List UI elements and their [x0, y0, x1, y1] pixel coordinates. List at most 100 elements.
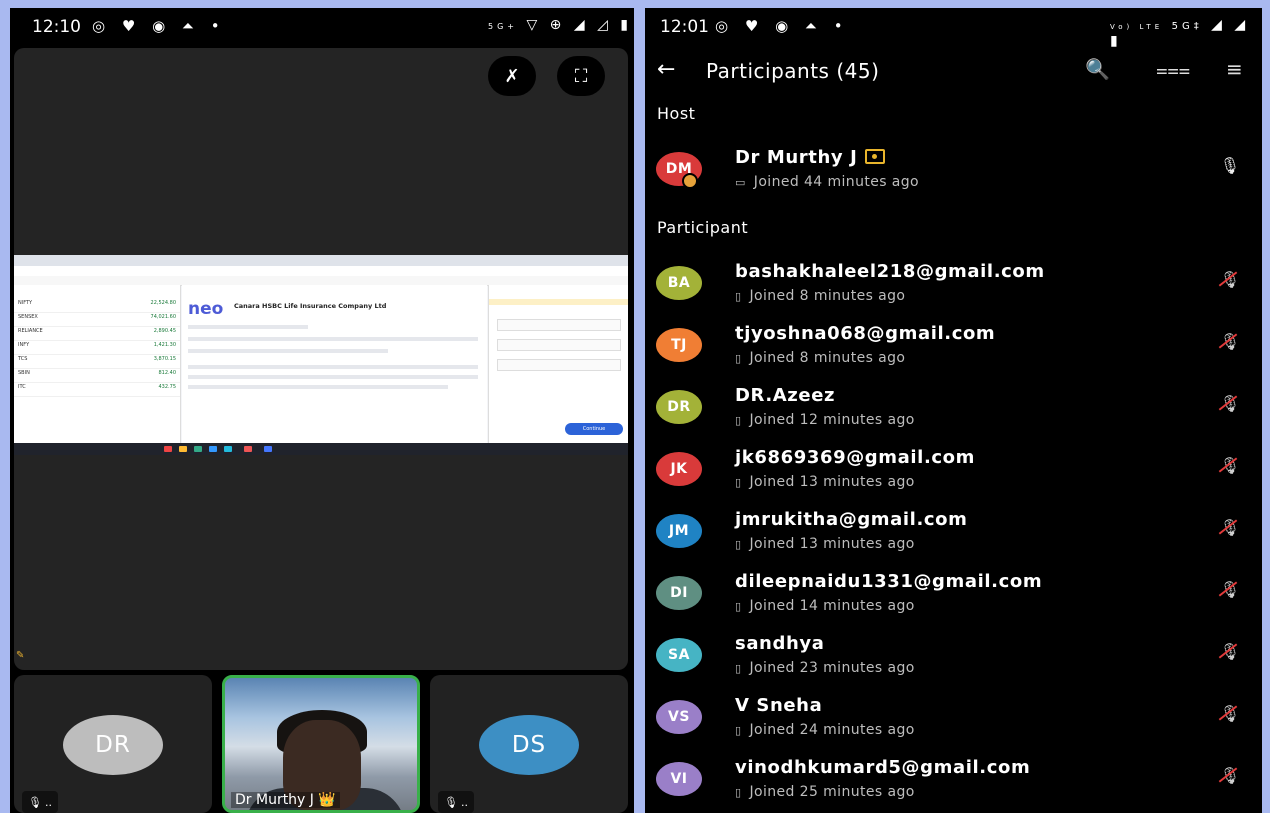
volte-label: Vo) LTE — [1110, 23, 1164, 31]
mic-muted-icon[interactable]: 🎙 — [1220, 270, 1240, 289]
participant-joined: ▯ Joined 23 minutes ago — [735, 660, 915, 676]
participant-row[interactable]: VS V Sneha ▯ Joined 24 minutes ago 🎙 — [645, 691, 1262, 753]
watchlist-row: SBIN 812.40 — [14, 369, 180, 383]
network-label: 5G‡ — [1171, 21, 1203, 32]
participant-row[interactable]: TJ tjyoshna068@gmail.com ▯ Joined 8 minut… — [645, 319, 1262, 381]
participants-appbar: ← Participants (45) 🔍 ⩶ ≡ — [645, 52, 1262, 102]
participant-name: tjyoshna068@gmail.com — [735, 323, 996, 344]
avatar: DI — [656, 576, 702, 610]
mic-muted-icon[interactable]: 🎙 — [1220, 456, 1240, 475]
section-host: Host — [657, 104, 696, 123]
participant-name: DR.Azeez — [735, 385, 836, 406]
mic-muted-icon[interactable]: 🎙 — [1220, 642, 1240, 661]
participant-row[interactable]: SA sandhya ▯ Joined 23 minutes ago 🎙 — [645, 629, 1262, 691]
participant-name: sandhya — [735, 633, 825, 654]
participant-row[interactable]: VI vinodhkumard5@gmail.com ▯ Joined 25 mi… — [645, 753, 1262, 813]
sharing-screen-icon — [865, 148, 886, 164]
back-arrow-icon[interactable]: ← — [657, 57, 675, 82]
participant-name: Dr Murthy J — [735, 147, 886, 168]
watchlist-row: NIFTY 22,524.80 — [14, 299, 180, 313]
phone-icon: ▯ — [735, 662, 742, 675]
section-participant: Participant — [657, 218, 749, 237]
participant-name: dileepnaidu1331@gmail.com — [735, 571, 1043, 592]
fullscreen-icon: ⛶ — [574, 65, 588, 87]
participant-row[interactable]: JK jk6869369@gmail.com ▯ Joined 13 minute… — [645, 443, 1262, 505]
ipo-detail-panel: neo Canara HSBC Life Insurance Company L… — [182, 285, 487, 443]
watchlist-row: INFY 1,421.30 — [14, 341, 180, 355]
participant-row[interactable]: DR DR.Azeez ▯ Joined 12 minutes ago 🎙 — [645, 381, 1262, 443]
laptop-icon: ▭ — [735, 176, 746, 189]
phone-icon: ▯ — [735, 724, 742, 737]
avatar: DR — [63, 715, 163, 775]
participant-name: jmrukitha@gmail.com — [735, 509, 968, 530]
apply-banner — [489, 299, 628, 305]
text-line — [188, 337, 478, 341]
participant-joined: ▭ Joined 44 minutes ago — [735, 174, 920, 190]
participant-row[interactable]: DI dileepnaidu1331@gmail.com ▯ Joined 14 … — [645, 567, 1262, 629]
status-time: 12:01 — [660, 17, 709, 37]
mic-muted-icon[interactable]: 🎙 — [1220, 580, 1240, 599]
avatar: DR — [656, 390, 702, 424]
watchlist-row: SENSEX 74,021.60 — [14, 313, 180, 327]
notification-icons: ◎ ♥ ◉ ⏶ • — [92, 17, 226, 35]
participant-joined: ▯ Joined 13 minutes ago — [735, 536, 915, 552]
taskbar-app-icon — [224, 446, 232, 452]
phone-icon: ▯ — [735, 290, 742, 303]
company-title: Canara HSBC Life Insurance Company Ltd — [234, 302, 387, 310]
mic-muted-icon[interactable]: 🎙 — [1220, 332, 1240, 351]
mic-muted-icon[interactable]: 🎙 — [1220, 394, 1240, 413]
apply-panel: Continue — [488, 285, 628, 443]
active-speaker-tile[interactable]: Dr Murthy J 👑 — [222, 675, 420, 813]
participant-row[interactable]: JM jmrukitha@gmail.com ▯ Joined 13 minute… — [645, 505, 1262, 567]
avatar: VS — [656, 700, 702, 734]
search-icon[interactable]: 🔍 — [1085, 57, 1110, 81]
phone-icon: ▯ — [735, 786, 742, 799]
mic-muted-icon[interactable]: 🎙 — [1220, 518, 1240, 537]
phone-icon: ▯ — [735, 538, 742, 551]
participant-tile[interactable]: DS 🎙.. — [430, 675, 628, 813]
unpin-icon: ✗ — [504, 65, 520, 87]
taskbar-app-icon — [244, 446, 252, 452]
filter-icon[interactable]: ⩶ — [1156, 57, 1190, 81]
mic-icon[interactable]: 🎙 — [1220, 156, 1240, 175]
host-crown-icon: 👑 — [318, 792, 336, 808]
taskbar-app-icon — [179, 446, 187, 452]
text-line — [188, 349, 388, 353]
shared-screen[interactable]: NIFTY 22,524.80 SENSEX 74,021.60 RELIANCE 2… — [14, 255, 628, 455]
watchlist-row: RELIANCE 2,890.45 — [14, 327, 180, 341]
participant-tile[interactable]: DR 🎙.. — [14, 675, 212, 813]
quantity-field — [497, 319, 621, 331]
participant-joined: ▯ Joined 13 minutes ago — [735, 474, 915, 490]
network-label: 5G+ — [488, 22, 518, 31]
status-time: 12:10 — [32, 17, 81, 37]
phone-icon: ▯ — [735, 476, 742, 489]
fullscreen-button[interactable]: ⛶ — [557, 56, 605, 96]
avatar: DS — [479, 715, 579, 775]
phone-icon: ▯ — [735, 414, 742, 427]
avatar: SA — [656, 638, 702, 672]
phone-icon: ▯ — [735, 600, 742, 613]
browser-tabbar — [14, 255, 628, 266]
participant-name: V Sneha — [735, 695, 823, 716]
signal-icons: ▽ ⊕ ◢ ◿ ▮ — [526, 17, 632, 33]
price-field — [497, 339, 621, 351]
mic-muted-icon[interactable]: 🎙 — [1220, 766, 1240, 785]
mic-muted-icon: 🎙 — [28, 795, 42, 809]
system-icons: 5G+ ▽ ⊕ ◢ ◿ ▮ — [488, 17, 632, 33]
sort-icon[interactable]: ≡ — [1226, 57, 1243, 81]
taskbar-app-icon — [264, 446, 272, 452]
status-bar: 12:10 ◎ ♥ ◉ ⏶ • 5G+ ▽ ⊕ ◢ ◿ ▮ — [10, 8, 634, 46]
text-line — [188, 365, 478, 369]
text-line — [188, 385, 448, 389]
avatar: JM — [656, 514, 702, 548]
participant-row-host[interactable]: DM Dr Murthy J ▭ Joined 44 minutes ago 🎙 — [645, 143, 1262, 205]
mic-muted-icon: 🎙 — [444, 795, 458, 809]
meeting-screen: 12:10 ◎ ♥ ◉ ⏶ • 5G+ ▽ ⊕ ◢ ◿ ▮ ✗ ⛶ NIFTY 2… — [10, 8, 634, 813]
avatar: TJ — [656, 328, 702, 362]
taskbar-app-icon — [164, 446, 172, 452]
participant-joined: ▯ Joined 25 minutes ago — [735, 784, 915, 800]
pin-off-button[interactable]: ✗ — [488, 56, 536, 96]
page-title: Participants (45) — [706, 59, 880, 83]
participant-row[interactable]: BA bashakhaleel218@gmail.com ▯ Joined 8 m… — [645, 257, 1262, 319]
mic-muted-icon[interactable]: 🎙 — [1220, 704, 1240, 723]
